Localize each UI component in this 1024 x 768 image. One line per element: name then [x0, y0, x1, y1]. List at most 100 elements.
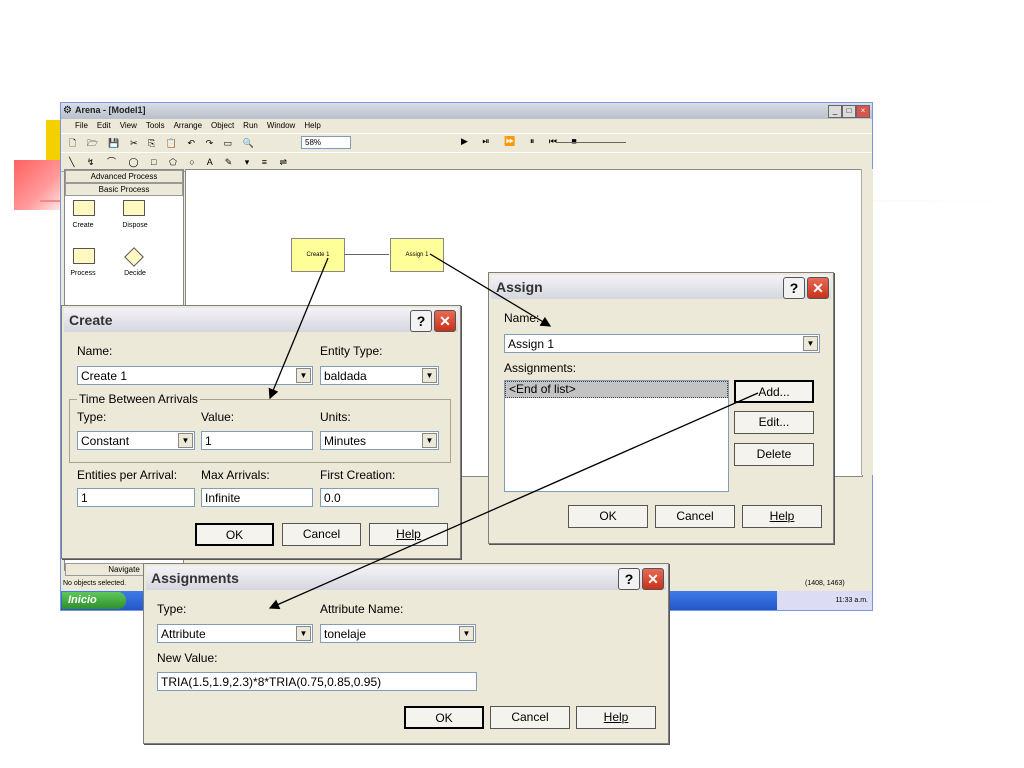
type-label: Type: — [157, 602, 187, 616]
minimize-button[interactable]: _ — [828, 105, 842, 118]
tba-group-label: Time Between Arrivals — [77, 392, 200, 406]
add-button[interactable]: Add... — [734, 380, 814, 403]
status-text: No objects selected. — [63, 580, 127, 587]
menu-window[interactable]: Window — [267, 121, 295, 130]
assign-dialog: Assign ? ✕ Name: Assign 1 ▼ Assignments:… — [488, 272, 834, 544]
process-module-icon[interactable] — [73, 248, 95, 264]
help-icon[interactable]: ? — [618, 568, 640, 590]
chevron-down-icon[interactable]: ▼ — [803, 336, 818, 351]
entity-type-value: baldada — [324, 369, 367, 383]
assign-dialog-titlebar: Assign ? ✕ — [491, 275, 831, 299]
decide-module-icon[interactable] — [124, 247, 144, 267]
flow-assign-module[interactable]: Assign 1 — [390, 238, 444, 272]
assignments-dialog-titlebar: Assignments ? ✕ — [146, 566, 666, 590]
menu-object[interactable]: Object — [211, 121, 234, 130]
assignments-dialog-title: Assignments — [151, 570, 239, 586]
help-icon[interactable]: ? — [783, 277, 805, 299]
close-icon[interactable]: ✕ — [807, 277, 829, 299]
chevron-down-icon[interactable]: ▼ — [422, 433, 437, 448]
dispose-module-label: Dispose — [122, 222, 148, 229]
zoom-combo[interactable]: 58% — [301, 136, 351, 149]
assign-name-value: Assign 1 — [508, 337, 555, 351]
help-button[interactable]: Help — [742, 505, 822, 528]
assign-name-combo[interactable]: Assign 1 ▼ — [504, 334, 820, 353]
start-button[interactable]: Inicio — [62, 592, 126, 609]
maximize-button[interactable]: □ — [842, 105, 856, 118]
ok-button[interactable]: OK — [568, 505, 648, 528]
attribute-name-value: tonelaje — [324, 627, 367, 641]
draw-icons[interactable]: ╲ ↯ ⌒ ◯ □ ⬠ ○ A ✎ ▾ ≡ ⇌ — [69, 155, 292, 168]
menubar: File Edit View Tools Arrange Object Run Window H… — [61, 119, 872, 133]
chevron-down-icon[interactable]: ▼ — [459, 626, 474, 641]
entities-per-arrival-input[interactable]: 1 — [77, 488, 195, 507]
arena-title: Arena - [Model1] — [75, 105, 146, 115]
flow-create-module[interactable]: Create 1 — [291, 238, 345, 272]
edit-button[interactable]: Edit... — [734, 411, 814, 434]
ok-button[interactable]: OK — [195, 523, 274, 546]
type-combo[interactable]: Constant ▼ — [77, 431, 195, 450]
menu-tools[interactable]: Tools — [146, 121, 165, 130]
first-creation-label: First Creation: — [320, 468, 396, 482]
help-button[interactable]: Help — [576, 706, 656, 729]
menu-edit[interactable]: Edit — [97, 121, 111, 130]
panel-advanced-process[interactable]: Advanced Process — [65, 170, 183, 183]
arena-app-icon: ⚙ — [63, 105, 72, 116]
dispose-module-icon[interactable] — [123, 200, 145, 216]
arena-titlebar: ⚙ Arena - [Model1] _ □ × — [61, 103, 872, 119]
new-value-label: New Value: — [157, 651, 218, 665]
units-combo[interactable]: Minutes ▼ — [320, 431, 439, 450]
help-icon[interactable]: ? — [410, 310, 432, 332]
assignments-listbox[interactable]: <End of list> — [504, 380, 729, 492]
close-button[interactable]: × — [856, 105, 870, 118]
entity-type-label: Entity Type: — [320, 344, 383, 358]
panel-basic-process[interactable]: Basic Process — [65, 183, 183, 196]
create-dialog: Create ? ✕ Name: Create 1 ▼ Entity Type:… — [61, 305, 461, 559]
entities-per-arrival-label: Entities per Arrival: — [77, 468, 178, 482]
cancel-button[interactable]: Cancel — [282, 523, 361, 546]
max-arrivals-input[interactable]: Infinite — [201, 488, 313, 507]
chevron-down-icon[interactable]: ▼ — [422, 368, 437, 383]
cancel-button[interactable]: Cancel — [490, 706, 570, 729]
attribute-name-combo[interactable]: tonelaje ▼ — [320, 624, 476, 643]
create-module-label: Create — [72, 222, 94, 229]
chevron-down-icon[interactable]: ▼ — [296, 368, 311, 383]
new-value-value: TRIA(1.5,1.9,2.3)*8*TRIA(0.75,0.85,0.95) — [161, 675, 382, 689]
create-dialog-title: Create — [69, 312, 113, 328]
first-creation-value: 0.0 — [324, 491, 341, 505]
close-icon[interactable]: ✕ — [642, 568, 664, 590]
list-item[interactable]: <End of list> — [505, 381, 728, 398]
create-dialog-titlebar: Create ? ✕ — [64, 308, 458, 332]
type-label: Type: — [77, 410, 107, 424]
menu-help[interactable]: Help — [304, 121, 320, 130]
units-value: Minutes — [324, 434, 367, 448]
menu-run[interactable]: Run — [243, 121, 258, 130]
help-button[interactable]: Help — [369, 523, 448, 546]
first-creation-input[interactable]: 0.0 — [320, 488, 439, 507]
entity-type-combo[interactable]: baldada ▼ — [320, 366, 439, 385]
assignments-label: Assignments: — [504, 361, 577, 375]
name-combo[interactable]: Create 1 ▼ — [77, 366, 313, 385]
value-value: 1 — [205, 434, 212, 448]
max-arrivals-label: Max Arrivals: — [201, 468, 270, 482]
toolbar-icons[interactable]: 🗋 🗁 💾 ✂ ⎘ 📋 ↶ ↷ ▭ 🔍 — [69, 136, 258, 152]
speed-slider[interactable] — [556, 142, 626, 143]
menu-arrange[interactable]: Arrange — [174, 121, 202, 130]
clock: 11:33 a.m. — [835, 597, 868, 604]
chevron-down-icon[interactable]: ▼ — [296, 626, 311, 641]
ok-button[interactable]: OK — [404, 706, 484, 729]
new-value-input[interactable]: TRIA(1.5,1.9,2.3)*8*TRIA(0.75,0.85,0.95) — [157, 672, 477, 691]
cancel-button[interactable]: Cancel — [655, 505, 735, 528]
name-value: Create 1 — [81, 369, 128, 383]
type-value: Attribute — [161, 627, 206, 641]
chevron-down-icon[interactable]: ▼ — [178, 433, 193, 448]
system-tray: 11:33 a.m. — [777, 591, 872, 610]
close-icon[interactable]: ✕ — [434, 310, 456, 332]
delete-button[interactable]: Delete — [734, 443, 814, 466]
create-module-icon[interactable] — [73, 200, 95, 216]
menu-view[interactable]: View — [120, 121, 137, 130]
canvas-scrollbar[interactable] — [861, 169, 873, 475]
value-label: Value: — [201, 410, 235, 424]
menu-file[interactable]: File — [75, 121, 88, 130]
type-combo[interactable]: Attribute ▼ — [157, 624, 313, 643]
value-input[interactable]: 1 — [201, 431, 313, 450]
